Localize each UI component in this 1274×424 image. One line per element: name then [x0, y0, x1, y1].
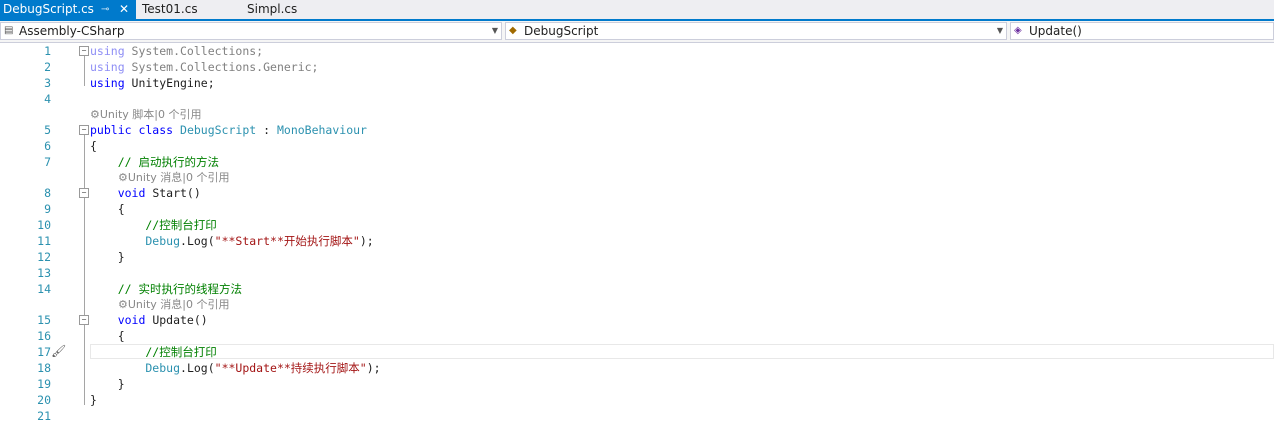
line-number: 15: [37, 313, 51, 327]
project-icon: ▤: [4, 25, 14, 36]
code-line: 5 − public class DebugScript : MonoBehav…: [0, 122, 1274, 138]
tab-simpl[interactable]: Simpl.cs: [247, 0, 297, 19]
member-dropdown-value: Update(): [1029, 24, 1082, 38]
tab-test01[interactable]: Test01.cs: [142, 0, 198, 19]
close-icon[interactable]: ✕: [119, 0, 129, 19]
code-line: 4: [0, 91, 1274, 107]
class-icon: ◆: [509, 25, 517, 36]
line-number: 3: [44, 76, 51, 90]
tab-debugscript[interactable]: DebugScript.cs ⊸ ✕: [0, 0, 136, 19]
project-dropdown[interactable]: ▤ Assembly-CSharp ▼: [0, 22, 502, 40]
fold-toggle[interactable]: −: [79, 46, 89, 56]
chevron-down-icon: ▼: [491, 26, 498, 35]
document-tab-bar: DebugScript.cs ⊸ ✕ Test01.cs Simpl.cs: [0, 0, 1274, 21]
code-line: 3 using UnityEngine;: [0, 75, 1274, 91]
fold-toggle[interactable]: −: [79, 188, 89, 198]
line-number: 4: [44, 92, 51, 106]
code-line: 7 // 启动执行的方法: [0, 154, 1274, 170]
line-number: 8: [44, 186, 51, 200]
codelens-line: ⚙Unity 脚本|0 个引用: [0, 107, 1274, 123]
member-dropdown[interactable]: ◈ Update(): [1010, 22, 1274, 40]
unity-icon: ⚙: [90, 108, 100, 121]
line-number: 10: [37, 218, 51, 232]
codelens-update[interactable]: ⚙Unity 消息|0 个引用: [118, 297, 229, 313]
code-line: 18 Debug.Log("**Update**持续执行脚本");: [0, 360, 1274, 376]
code-line: 6 {: [0, 138, 1274, 154]
line-number: 20: [37, 393, 51, 407]
code-line: 15 − void Update(): [0, 312, 1274, 328]
code-editor[interactable]: 🖌 1 − using System.Collections; 2 using …: [0, 43, 1274, 424]
codelens-line: ⚙Unity 消息|0 个引用: [0, 170, 1274, 186]
fold-toggle[interactable]: −: [79, 125, 89, 135]
line-number: 5: [44, 123, 51, 137]
line-number: 19: [37, 377, 51, 391]
pin-icon[interactable]: ⊸: [101, 0, 109, 19]
chevron-down-icon: ▼: [996, 26, 1003, 35]
code-line: 11 Debug.Log("**Start**开始执行脚本");: [0, 233, 1274, 249]
line-number: 12: [37, 250, 51, 264]
line-number: 14: [37, 282, 51, 296]
unity-icon: ⚙: [118, 298, 128, 311]
code-line: 8 − void Start(): [0, 185, 1274, 201]
code-line: 13: [0, 265, 1274, 281]
line-number: 7: [44, 155, 51, 169]
class-dropdown[interactable]: ◆ DebugScript ▼: [505, 22, 1007, 40]
line-number: 2: [44, 60, 51, 74]
line-number: 18: [37, 361, 51, 375]
line-number: 21: [37, 409, 51, 423]
project-dropdown-value: Assembly-CSharp: [19, 24, 125, 38]
line-number: 11: [37, 234, 51, 248]
code-line: 14 // 实时执行的线程方法: [0, 281, 1274, 297]
line-number: 16: [37, 329, 51, 343]
code-line: 9 {: [0, 201, 1274, 217]
tab-label: DebugScript.cs: [3, 2, 94, 16]
line-number: 13: [37, 266, 51, 280]
code-line: 2 using System.Collections.Generic;: [0, 59, 1274, 75]
line-number: 6: [44, 139, 51, 153]
unity-icon: ⚙: [118, 171, 128, 184]
codelens-line: ⚙Unity 消息|0 个引用: [0, 297, 1274, 313]
codelens-class[interactable]: ⚙Unity 脚本|0 个引用: [90, 107, 201, 123]
line-number: 9: [44, 202, 51, 216]
fold-toggle[interactable]: −: [79, 315, 89, 325]
code-line: 21: [0, 408, 1274, 424]
method-icon: ◈: [1014, 25, 1022, 36]
code-line: 12 }: [0, 249, 1274, 265]
code-line: 1 − using System.Collections;: [0, 43, 1274, 59]
code-line: 20 }: [0, 392, 1274, 408]
code-line: 16 {: [0, 328, 1274, 344]
class-dropdown-value: DebugScript: [524, 24, 599, 38]
code-line: 10 //控制台打印: [0, 217, 1274, 233]
line-number: 1: [44, 44, 51, 58]
line-number: 17: [37, 345, 51, 359]
code-line: 19 }: [0, 376, 1274, 392]
navigation-bar: ▤ Assembly-CSharp ▼ ◆ DebugScript ▼ ◈ Up…: [0, 21, 1274, 43]
codelens-start[interactable]: ⚙Unity 消息|0 个引用: [118, 170, 229, 186]
code-line: 17 //控制台打印: [0, 344, 1274, 360]
